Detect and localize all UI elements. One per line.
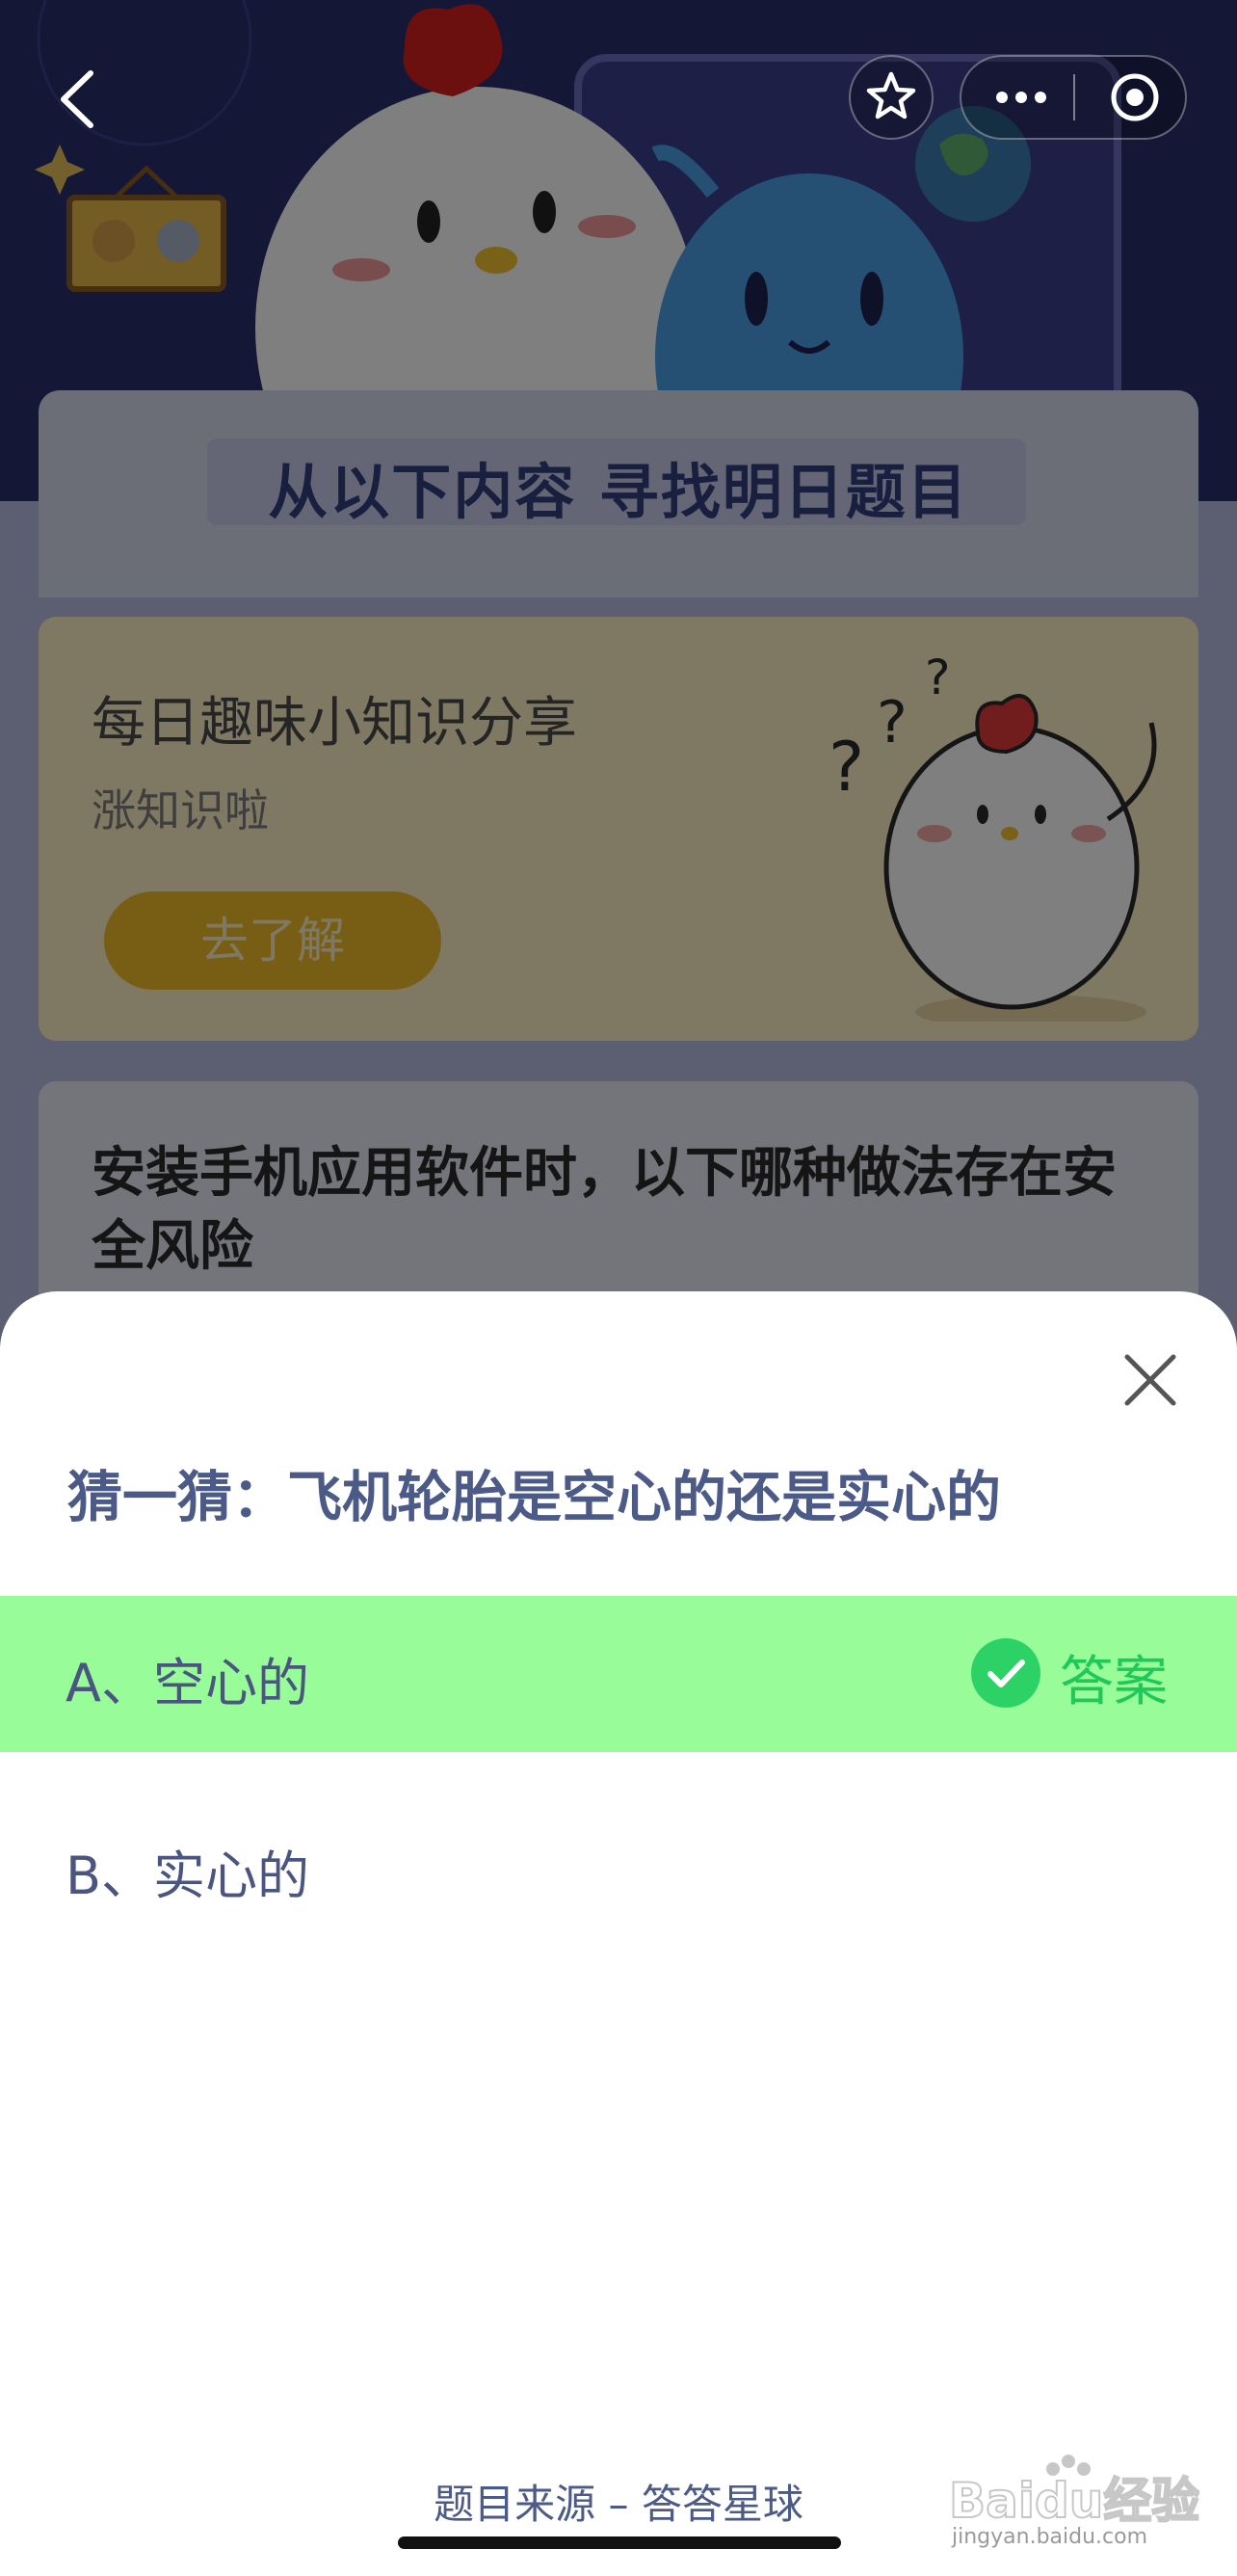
close-button[interactable] (1119, 1349, 1181, 1411)
target-circle-icon[interactable] (1094, 57, 1175, 138)
favorite-button[interactable] (849, 55, 934, 140)
sheet-title: 猜一猜：飞机轮胎是空心的还是实心的 (67, 1466, 1001, 1529)
ellipsis-icon[interactable] (973, 57, 1069, 138)
watermark-url: jingyan.baidu.com (952, 2525, 1148, 2549)
capsule-divider (1073, 74, 1075, 120)
dim-overlay[interactable] (0, 0, 1237, 1368)
close-x-icon (1124, 1354, 1176, 1406)
option-b-label: B、实心的 (66, 1846, 310, 1906)
option-a-label: A、空心的 (66, 1653, 309, 1713)
watermark-text: Baidu经验 (949, 2473, 1199, 2529)
home-indicator (398, 2536, 841, 2549)
check-circle-icon (971, 1638, 1040, 1708)
answer-tag: 答案 (1060, 1651, 1168, 1713)
star-icon (866, 71, 916, 120)
back-button[interactable] (50, 66, 108, 133)
chevron-left-icon (61, 70, 93, 128)
